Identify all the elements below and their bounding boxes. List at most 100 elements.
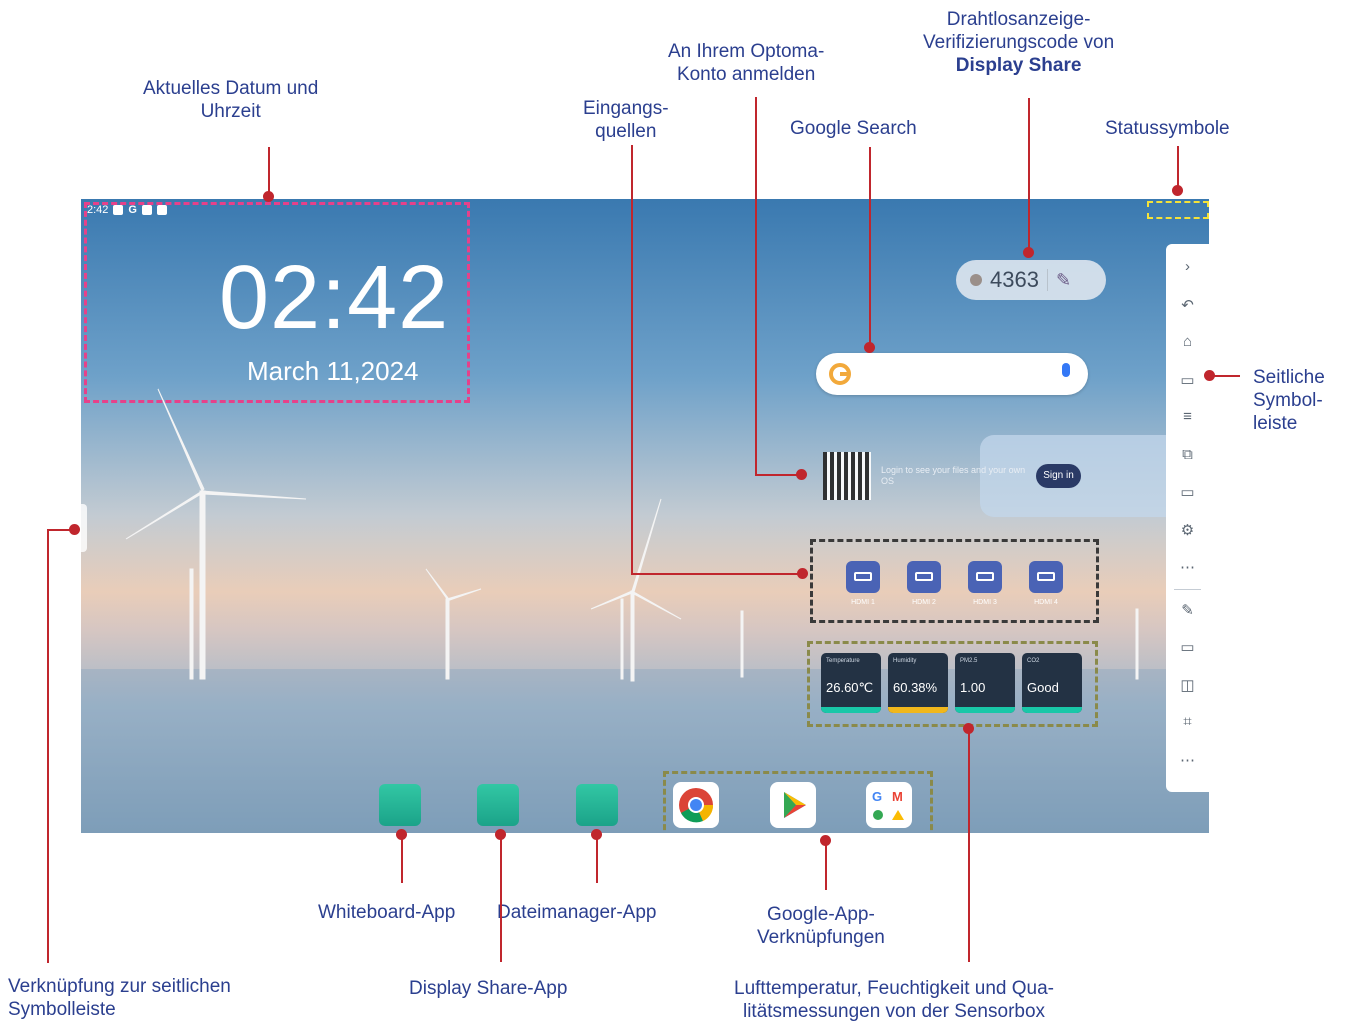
sensor-card-humidity: Humidity 60.38% bbox=[888, 653, 948, 713]
crop-icon[interactable]: ⌗ bbox=[1166, 713, 1209, 730]
qr-code bbox=[823, 452, 871, 500]
chrome-icon bbox=[679, 788, 714, 823]
sidebar-handle[interactable] bbox=[81, 504, 87, 552]
whiteboard-app[interactable] bbox=[379, 784, 421, 826]
callout-line: Seitliche bbox=[1253, 367, 1325, 388]
callout-whiteboard: Whiteboard-App bbox=[318, 902, 456, 923]
callout-line: Lufttemperatur, Feuchtigkeit und Qua- bbox=[734, 978, 1055, 999]
status-icons[interactable] bbox=[1147, 201, 1209, 219]
file-manager-app[interactable] bbox=[576, 784, 618, 826]
back-icon[interactable]: ↶ bbox=[1166, 296, 1209, 314]
sensor-bar bbox=[821, 707, 881, 713]
leader-gapps bbox=[825, 843, 827, 890]
callout-line: leiste bbox=[1253, 413, 1298, 434]
sensor-bar bbox=[888, 707, 948, 713]
leader-login bbox=[755, 97, 757, 475]
google-apps-folder-icon: G M bbox=[872, 789, 904, 820]
leader-dot bbox=[1172, 185, 1183, 196]
sensor-bar bbox=[955, 707, 1015, 713]
window-icon[interactable]: ▭ bbox=[1166, 371, 1209, 389]
leader-filemanager bbox=[596, 836, 598, 883]
hdmi1-button[interactable] bbox=[846, 561, 880, 593]
google-apps-folder[interactable]: G M bbox=[866, 782, 912, 828]
callout-filemanager: Dateimanager-App bbox=[497, 902, 657, 923]
sensor-value: 60.38% bbox=[893, 680, 938, 695]
leader-dot bbox=[963, 723, 974, 734]
leader-sensors bbox=[968, 730, 970, 962]
leader-dot bbox=[1023, 247, 1034, 258]
leader-dot bbox=[796, 469, 807, 480]
callout-google-search: Google Search bbox=[790, 118, 917, 139]
leader-dot bbox=[1204, 370, 1215, 381]
leader-dot bbox=[263, 191, 274, 202]
sensor-label: Temperature bbox=[826, 658, 860, 664]
callout-line: An Ihrem Optoma- bbox=[668, 41, 825, 62]
sensor-value: 1.00 bbox=[960, 680, 986, 695]
leader-displayshare bbox=[500, 836, 502, 962]
leader-search bbox=[869, 147, 871, 347]
code-status-dot bbox=[970, 274, 982, 286]
sensor-value: Good bbox=[1027, 680, 1059, 695]
share-code: 4363 bbox=[990, 267, 1039, 292]
signature-icon[interactable]: ✎ bbox=[1056, 270, 1071, 291]
display-share-code-widget[interactable]: 4363 ✎ bbox=[956, 260, 1106, 300]
callout-status: Statussymbole bbox=[1105, 118, 1230, 139]
pen-icon[interactable]: ✎ bbox=[1166, 601, 1209, 619]
callout-line: Verknüpfung zur seitlichen bbox=[8, 976, 231, 997]
more-icon[interactable]: ⋯ bbox=[1166, 751, 1209, 769]
record-icon[interactable]: ◫ bbox=[1166, 676, 1209, 694]
leader-code bbox=[1028, 98, 1030, 252]
screen-icon[interactable]: ▭ bbox=[1166, 483, 1209, 501]
date: March 11,2024 bbox=[247, 356, 419, 386]
callout-line: quellen bbox=[595, 121, 657, 142]
svg-text:M: M bbox=[892, 789, 903, 804]
cast-icon[interactable]: ⧉ bbox=[1166, 446, 1209, 463]
leader-status bbox=[1177, 146, 1179, 190]
clock: 02:42 bbox=[219, 248, 450, 348]
callout-line: Verknüpfungen bbox=[757, 927, 885, 948]
callout-code: Drahtlosanzeige- Verifizierungscode von … bbox=[923, 8, 1114, 77]
leader-sidebar bbox=[1213, 375, 1240, 377]
leader-dot bbox=[591, 829, 602, 840]
hdmi4-button[interactable] bbox=[1029, 561, 1063, 593]
hdmi4-label: HDMI 4 bbox=[1034, 599, 1058, 606]
sensor-label: Humidity bbox=[893, 658, 917, 664]
hdmi2-label: HDMI 2 bbox=[912, 599, 936, 606]
callout-code-line2: Verifizierungscode von bbox=[923, 32, 1115, 53]
home-icon[interactable]: ⌂ bbox=[1166, 333, 1209, 350]
divider bbox=[1046, 269, 1048, 291]
ratio-icon[interactable]: ▭ bbox=[1166, 638, 1209, 656]
callout-sidebar: Seitliche Symbol-leiste bbox=[1253, 366, 1325, 435]
login-text: Login to see your files and your own OS bbox=[881, 465, 1026, 486]
google-logo-icon bbox=[829, 363, 851, 385]
display-share-app[interactable] bbox=[477, 784, 519, 826]
leader-inputs-h bbox=[631, 573, 803, 575]
hdmi2-button[interactable] bbox=[907, 561, 941, 593]
callout-login: An Ihrem Optoma- Konto anmelden bbox=[668, 40, 824, 86]
leader-inputs bbox=[631, 145, 633, 575]
sign-in-button[interactable]: Sign in bbox=[1036, 464, 1081, 488]
hdmi3-button[interactable] bbox=[968, 561, 1002, 593]
callout-line: Konto anmelden bbox=[676, 64, 816, 85]
leader-dot bbox=[495, 829, 506, 840]
leader-dot bbox=[820, 835, 831, 846]
apps-icon[interactable]: ⋯ bbox=[1166, 558, 1209, 576]
chrome-app[interactable] bbox=[673, 782, 719, 828]
callout-code-line3: Display Share bbox=[955, 55, 1082, 76]
google-search-bar[interactable] bbox=[816, 353, 1088, 395]
leader-dot bbox=[69, 524, 80, 535]
leader-dot bbox=[864, 342, 875, 353]
play-store-icon bbox=[784, 792, 806, 818]
play-store-app[interactable] bbox=[770, 782, 816, 828]
microphone-icon[interactable] bbox=[1062, 363, 1070, 377]
leader-dot bbox=[797, 568, 808, 579]
settings-icon[interactable]: ⚙ bbox=[1166, 521, 1209, 539]
leader-whiteboard bbox=[401, 836, 403, 883]
callout-line: Eingangs- bbox=[583, 98, 669, 119]
chevron-right-icon[interactable]: › bbox=[1166, 258, 1209, 275]
callout-code-line1: Drahtlosanzeige- bbox=[946, 9, 1091, 30]
callout-line: Symbol- bbox=[1253, 390, 1323, 411]
menu-icon[interactable]: ≡ bbox=[1166, 408, 1209, 425]
callout-line: Aktuelles Datum und bbox=[143, 78, 319, 99]
sensor-card-temperature: Temperature 26.60℃ bbox=[821, 653, 881, 713]
